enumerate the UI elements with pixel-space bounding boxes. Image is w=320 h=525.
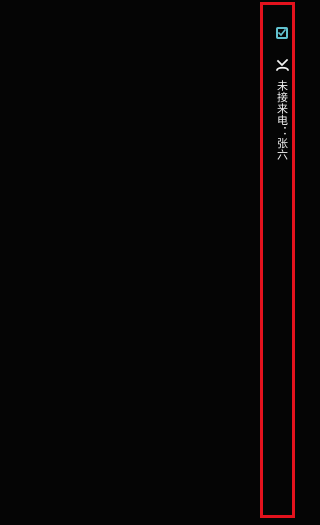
missed-call-message: 未接来电：张六 — [275, 80, 289, 161]
check-square-icon[interactable] — [276, 27, 288, 39]
screen: 未接来电：张六 — [0, 0, 298, 525]
notification-panel[interactable]: 未接来电：张六 — [260, 2, 295, 518]
missed-call-icon — [276, 59, 289, 71]
